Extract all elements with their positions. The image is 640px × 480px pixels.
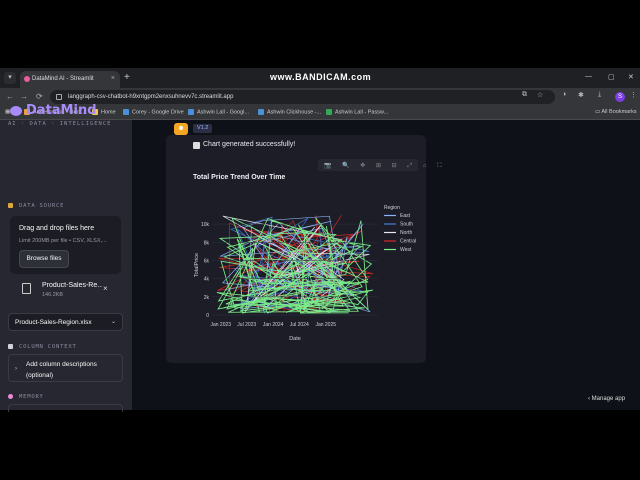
y-tick-label: 0 <box>206 313 209 319</box>
brain-logo-icon <box>10 106 22 116</box>
y-tick-label: 6k <box>204 258 210 264</box>
extension-icon[interactable]: ◑ <box>562 91 566 98</box>
y-tick-label: 4k <box>204 277 210 283</box>
memory-icon <box>8 394 13 399</box>
uploaded-file-name: Product-Sales-Re... <box>42 282 102 289</box>
chevron-down-icon: ⌄ <box>110 319 116 325</box>
reload-icon[interactable]: ⟳ <box>36 92 43 101</box>
x-tick-label: Jan 2025 <box>315 322 336 328</box>
legend-entry[interactable]: South <box>400 222 413 228</box>
bookmark-label: Ashwin Lall - Googl... <box>197 109 249 116</box>
brand-tagline: AI · DATA · INTELLIGENCE <box>8 121 112 127</box>
data-source-header-label: DATA SOURCE <box>19 203 65 209</box>
memory-header: MEMORY <box>8 394 44 400</box>
legend-entry[interactable]: West <box>400 247 412 253</box>
bandicam-watermark: www.BANDICAM.com <box>270 72 372 82</box>
column-descriptions-expander[interactable]: › Add column descriptions (optional) <box>8 354 123 382</box>
y-tick-label: 2k <box>204 295 210 301</box>
y-axis-label: TotalPrice <box>194 253 200 277</box>
sheet-select[interactable]: Product-Sales-Region.xlsx ⌄ <box>8 313 123 331</box>
docs-icon <box>188 109 194 115</box>
dropzone-subtitle: Limit 200MB per file • CSV, XLSX,... <box>19 238 107 244</box>
chart-lines <box>216 215 374 314</box>
bookmark-item[interactable]: Ashwin Lall - Googl... <box>188 109 249 115</box>
column-context-header: COLUMN CONTEXT <box>8 344 77 350</box>
memory-header-label: MEMORY <box>19 394 44 400</box>
legend-entry[interactable]: Central <box>400 239 416 245</box>
legend-title: Region <box>384 205 400 211</box>
bookmark-label: Ashwin Lall - Passw... <box>335 109 389 116</box>
tab-search-icon[interactable]: ▾ <box>4 72 16 84</box>
url-text: langgraph-csv-chatbot-h9xntgpm2enxsuhnev… <box>68 94 234 100</box>
bookmark-item[interactable]: Ashwin Lall - Passw... <box>326 109 388 115</box>
column-descriptions-label: Add column descriptions (optional) <box>26 361 97 379</box>
download-icon[interactable]: ⤓ <box>598 91 601 99</box>
all-bookmarks-label: All Bookmarks <box>601 109 637 115</box>
legend-entry[interactable]: East <box>400 213 411 219</box>
forward-icon[interactable]: → <box>20 92 28 101</box>
x-axis-label: Date <box>289 336 301 342</box>
y-tick-label: 8k <box>204 240 210 246</box>
streamlit-favicon-icon <box>24 76 30 82</box>
bookmark-star-icon[interactable]: ☆ <box>537 91 543 99</box>
series-line-west <box>216 217 374 314</box>
y-tick-label: 10k <box>201 222 210 228</box>
sheet-select-value: Product-Sales-Region.xlsx <box>15 319 92 326</box>
folder-icon <box>8 203 13 208</box>
tab-title: DataMind AI - Streamlit <box>32 76 94 82</box>
tab-close-icon[interactable]: × <box>111 75 115 82</box>
version-badge: V1.2 <box>193 124 213 133</box>
minimize-button[interactable]: — <box>585 73 592 80</box>
x-tick-label: Jan 2023 <box>210 322 231 328</box>
data-source-header: DATA SOURCE <box>8 203 64 209</box>
site-info-icon[interactable] <box>56 94 62 100</box>
x-tick-label: Jul 2024 <box>290 322 309 328</box>
bookmark-item[interactable]: Corey - Google Drive <box>123 109 184 115</box>
bookmark-label: Corey - Google Drive <box>132 109 184 116</box>
bookmark-label: Ashwin Clickhouse -... <box>267 109 322 116</box>
file-icon <box>22 283 31 294</box>
browse-files-button[interactable]: Browse files <box>19 250 69 268</box>
new-tab-button[interactable]: + <box>124 72 130 83</box>
x-tick-label: Jul 2023 <box>237 322 256 328</box>
brand-title: DataMind <box>26 103 97 118</box>
back-icon[interactable]: ← <box>6 92 14 101</box>
file-dropzone[interactable]: Drag and drop files here Limit 200MB per… <box>10 216 121 274</box>
puzzle-icon[interactable]: ✱ <box>578 91 584 99</box>
price-trend-chart[interactable]: 0 2k 4k 6k 8k 10k Jan 2023 Jul 2023 Jan 2024 Jul … <box>166 135 426 363</box>
tab-datamind[interactable]: DataMind AI - Streamlit × <box>20 71 120 88</box>
uploaded-file-size: 146.2KB <box>42 292 64 298</box>
bookmark-item[interactable]: Ashwin Clickhouse -... <box>258 109 321 115</box>
legend-entry[interactable]: North <box>400 230 412 236</box>
docs-icon <box>258 109 264 115</box>
sheets-icon <box>326 109 332 115</box>
chevron-right-icon: › <box>15 366 17 372</box>
memory-box <box>8 404 123 412</box>
drive-icon <box>123 109 129 115</box>
dropzone-title: Drag and drop files here <box>19 225 95 232</box>
profile-avatar[interactable]: S <box>615 92 625 102</box>
maximize-button[interactable]: ▢ <box>608 73 615 81</box>
cast-icon[interactable]: ⧉ <box>522 91 527 99</box>
manage-app-button[interactable]: ‹ Manage app <box>588 396 625 402</box>
assistant-avatar-icon: ☻ <box>174 123 188 135</box>
chart-legend: RegionEast South North Central West <box>384 205 416 253</box>
manage-app-label: Manage app <box>591 396 626 402</box>
menu-icon[interactable]: ⋮ <box>630 91 637 99</box>
document-icon <box>8 344 13 349</box>
all-bookmarks[interactable]: ▭ All Bookmarks <box>595 109 637 115</box>
column-context-header-label: COLUMN CONTEXT <box>19 344 77 350</box>
url-field[interactable]: langgraph-csv-chatbot-h9xntgpm2enxsuhnev… <box>50 90 555 104</box>
remove-file-icon[interactable]: × <box>103 284 108 293</box>
x-tick-label: Jan 2024 <box>263 322 284 328</box>
bookmark-label: Home <box>101 109 116 116</box>
close-window-button[interactable]: ✕ <box>628 73 634 81</box>
